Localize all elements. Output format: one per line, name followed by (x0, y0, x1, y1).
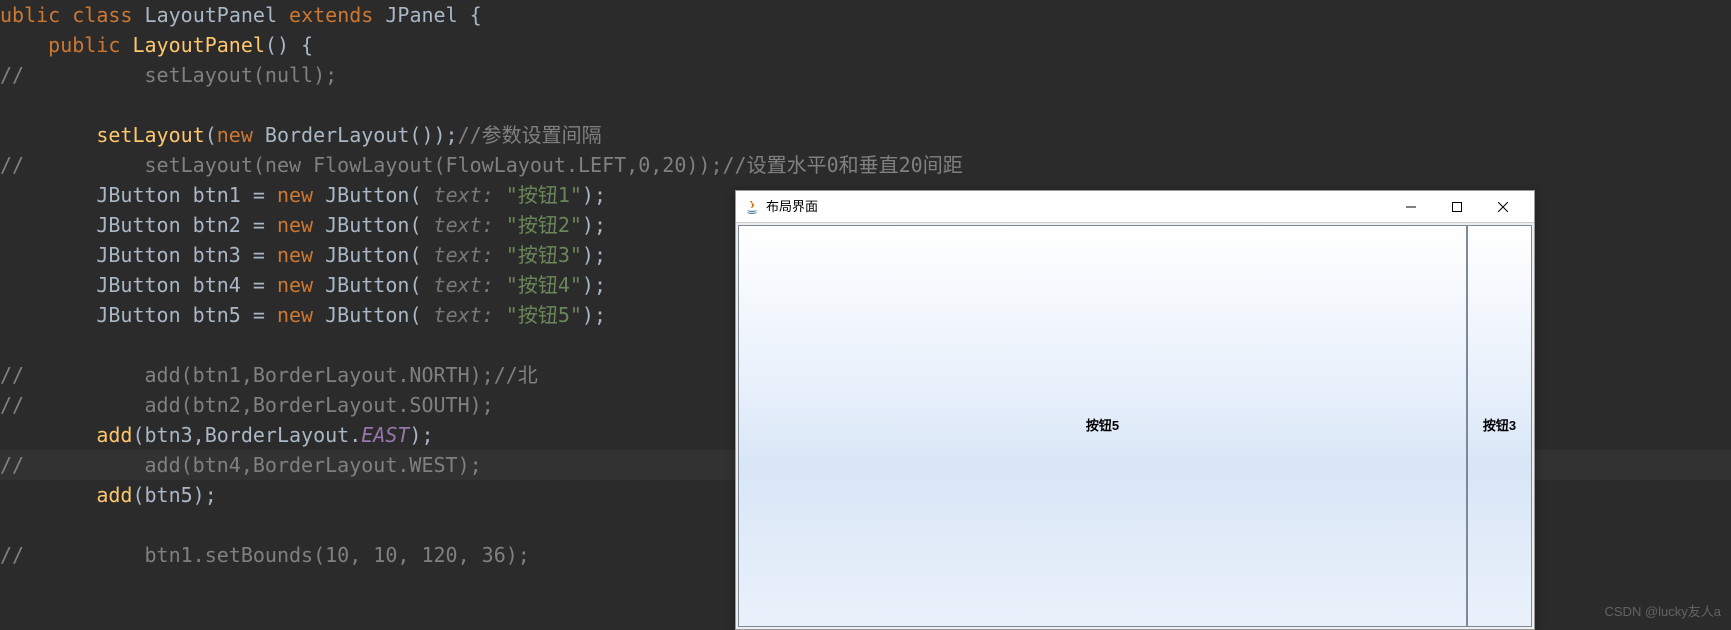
code-line: // setLayout(new FlowLayout(FlowLayout.L… (0, 150, 1731, 180)
code-line (0, 90, 1731, 120)
watermark: CSDN @lucky友人a (1605, 597, 1722, 627)
titlebar[interactable]: 布局界面 (736, 191, 1534, 223)
close-button[interactable] (1480, 192, 1526, 222)
swing-window: 布局界面 按钮5 按钮3 (735, 190, 1535, 630)
window-controls (1388, 192, 1526, 222)
code-line: ublic class LayoutPanel extends JPanel { (0, 0, 1731, 30)
code-line: // setLayout(null); (0, 60, 1731, 90)
code-line: setLayout(new BorderLayout());//参数设置间隔 (0, 120, 1731, 150)
code-line: public LayoutPanel() { (0, 30, 1731, 60)
java-icon (744, 199, 760, 215)
maximize-button[interactable] (1434, 192, 1480, 222)
east-button[interactable]: 按钮3 (1467, 225, 1532, 627)
window-title: 布局界面 (766, 192, 818, 222)
minimize-button[interactable] (1388, 192, 1434, 222)
swing-content: 按钮5 按钮3 (736, 223, 1534, 629)
center-button[interactable]: 按钮5 (738, 225, 1467, 627)
